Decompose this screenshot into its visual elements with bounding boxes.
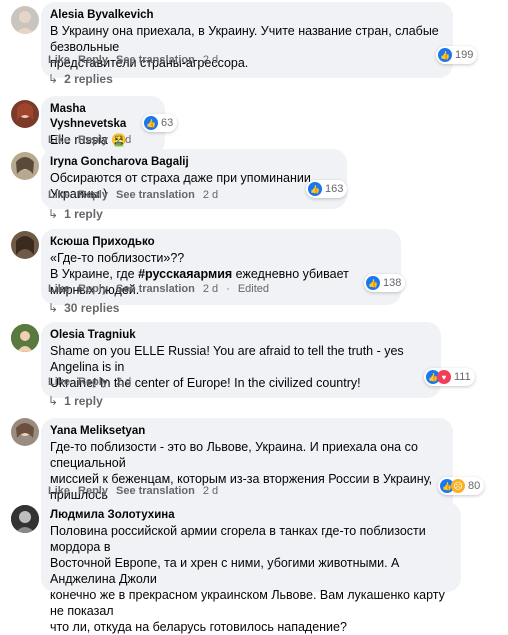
reaction-summary[interactable]: 👍 138 xyxy=(364,274,406,292)
reply-button[interactable]: Reply xyxy=(78,376,108,388)
comment-actions: Like Reply See translation 2 d xyxy=(48,189,226,201)
comment-text: Половина российской армии сгорела в танк… xyxy=(50,524,445,634)
comment-author[interactable]: Alesia Byvalkevich xyxy=(50,8,443,23)
reply-button[interactable]: Reply xyxy=(78,189,108,201)
separator: · xyxy=(226,283,230,295)
like-icon: 👍 xyxy=(366,276,380,290)
see-translation-button[interactable]: See translation xyxy=(116,283,195,295)
reply-button[interactable]: Reply xyxy=(78,134,108,146)
comment-time[interactable]: 2 d xyxy=(203,485,218,497)
replies-count: 1 reply xyxy=(64,394,103,408)
comment-actions: Like Reply 2 d xyxy=(48,376,139,388)
reaction-summary[interactable]: 👍 163 xyxy=(306,180,348,198)
replies-count: 1 reply xyxy=(64,207,103,221)
comment-actions: Like Reply 2 d xyxy=(48,134,139,146)
comment-author[interactable]: Iryna Goncharova Bagalij xyxy=(50,155,337,170)
like-icon: 👍 xyxy=(438,48,452,62)
reaction-count: 80 xyxy=(468,480,481,492)
edited-label[interactable]: Edited xyxy=(238,283,269,295)
like-button[interactable]: Like xyxy=(48,485,70,497)
reaction-summary[interactable]: 👍 199 xyxy=(436,46,478,64)
comment-author[interactable]: Людмила Золотухина xyxy=(50,508,451,523)
see-translation-button[interactable]: See translation xyxy=(116,485,195,497)
reply-arrow-icon: ↳ xyxy=(48,301,59,315)
avatar[interactable] xyxy=(11,6,39,34)
comment-actions: Like Reply See translation 2 d xyxy=(48,54,226,66)
hashtag-link[interactable]: #русскаяармия xyxy=(138,267,232,281)
avatar[interactable] xyxy=(11,324,39,352)
like-button[interactable]: Like xyxy=(48,283,70,295)
like-button[interactable]: Like xyxy=(48,376,70,388)
reply-arrow-icon: ↳ xyxy=(48,72,59,86)
comment-bubble: Людмила Золотухина Половина российской а… xyxy=(41,502,461,634)
reaction-count: 111 xyxy=(454,371,471,383)
comment-time[interactable]: 2 d xyxy=(203,189,218,201)
text-fragment: В Украине, где xyxy=(50,267,139,281)
like-button[interactable]: Like xyxy=(48,189,70,201)
view-replies-button[interactable]: ↳ 2 replies xyxy=(48,72,113,86)
reaction-summary[interactable]: 👍 63 xyxy=(142,114,178,132)
reaction-count: 163 xyxy=(325,183,344,195)
comment-time[interactable]: 2 d xyxy=(116,376,131,388)
see-translation-button[interactable]: See translation xyxy=(116,189,195,201)
reaction-summary[interactable]: 👍 ☹ 80 xyxy=(438,477,485,495)
comment-author[interactable]: Yana Meliksetyan xyxy=(50,424,443,439)
view-replies-button[interactable]: ↳ 30 replies xyxy=(48,301,119,315)
comment-bubble: Alesia Byvalkevich В Украину она приехал… xyxy=(41,2,453,78)
avatar[interactable] xyxy=(11,152,39,180)
like-icon: 👍 xyxy=(308,182,322,196)
like-icon: 👍 xyxy=(144,116,158,130)
see-translation-button[interactable]: See translation xyxy=(116,54,195,66)
avatar[interactable] xyxy=(11,505,39,533)
view-replies-button[interactable]: ↳ 1 reply xyxy=(48,207,103,221)
reply-arrow-icon: ↳ xyxy=(48,207,59,221)
view-replies-button[interactable]: ↳ 1 reply xyxy=(48,394,103,408)
replies-count: 30 replies xyxy=(64,301,120,315)
reply-button[interactable]: Reply xyxy=(78,54,108,66)
avatar[interactable] xyxy=(11,100,39,128)
reply-arrow-icon: ↳ xyxy=(48,394,59,408)
comment-text-line: «Где-то поблизости»?? xyxy=(50,251,185,265)
avatar[interactable] xyxy=(11,231,39,259)
reaction-count: 63 xyxy=(161,117,174,129)
comment-time[interactable]: 2 d xyxy=(116,134,131,146)
like-button[interactable]: Like xyxy=(48,134,70,146)
comment-author[interactable]: Ксюша Приходько xyxy=(50,235,391,250)
love-icon: ♥ xyxy=(437,370,451,384)
avatar[interactable] xyxy=(11,418,39,446)
reply-button[interactable]: Reply xyxy=(78,485,108,497)
comment-actions: Like Reply See translation 2 d xyxy=(48,485,226,497)
comment-time[interactable]: 2 d xyxy=(203,54,218,66)
reaction-count: 199 xyxy=(455,49,474,61)
sad-icon: ☹ xyxy=(451,479,465,493)
like-button[interactable]: Like xyxy=(48,54,70,66)
comment-author[interactable]: Masha Vyshnevetska xyxy=(50,102,155,132)
comment-actions: Like Reply See translation 2 d · Edited xyxy=(48,283,277,295)
reply-button[interactable]: Reply xyxy=(78,283,108,295)
reaction-summary[interactable]: 👍 ♥ 111 xyxy=(424,368,475,386)
comment-time[interactable]: 2 d xyxy=(203,283,218,295)
replies-count: 2 replies xyxy=(64,72,113,86)
comment-author[interactable]: Olesia Tragniuk xyxy=(50,328,431,343)
reaction-count: 138 xyxy=(383,277,402,289)
